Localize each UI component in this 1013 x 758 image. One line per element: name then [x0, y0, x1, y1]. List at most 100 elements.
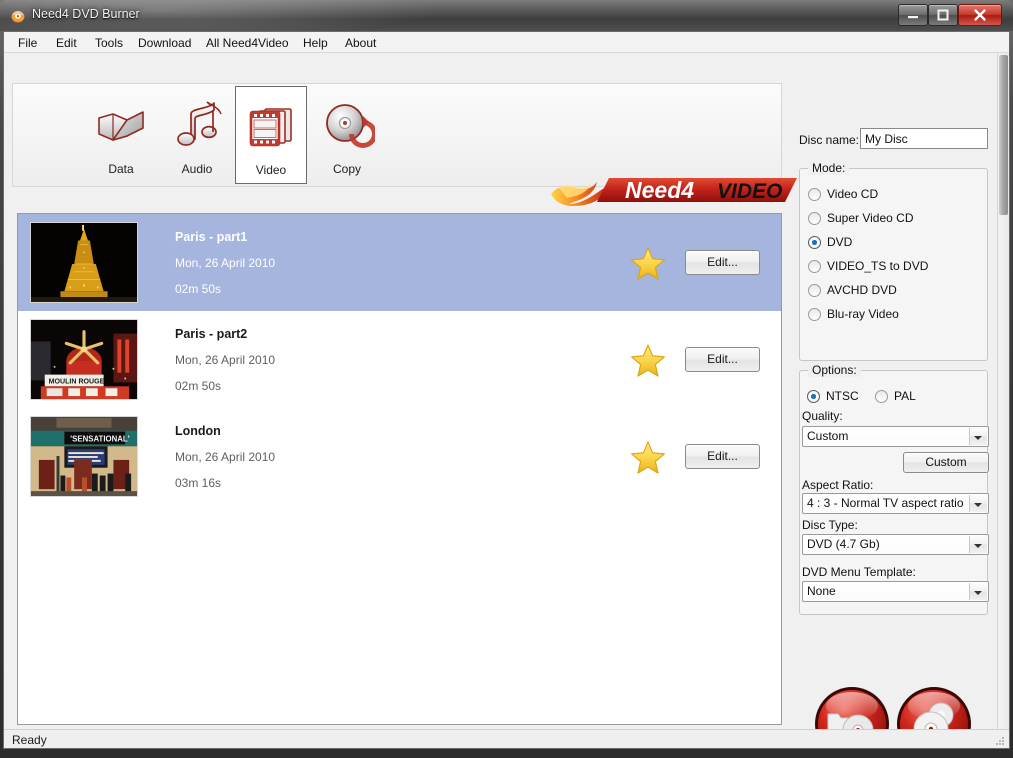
chevron-down-icon[interactable]	[969, 428, 987, 445]
menu-all-need4video[interactable]: All Need4Video	[201, 35, 294, 51]
title-bar[interactable]: Need4 DVD Burner	[0, 0, 1013, 31]
scrollbar[interactable]	[997, 53, 1009, 729]
radio-indicator	[808, 188, 821, 201]
menu-tools[interactable]: Tools	[90, 35, 128, 51]
menu-file[interactable]: File	[13, 35, 42, 51]
file-title: London	[175, 424, 221, 438]
radio-label: PAL	[894, 389, 916, 403]
tab-data-label: Data	[108, 162, 134, 176]
disc-copy-icon	[319, 98, 377, 154]
need4video-logo: Need4 VIDEO	[549, 170, 799, 210]
mode-group-title: Mode:	[808, 161, 850, 175]
disc-type-label: Disc Type:	[802, 518, 858, 532]
dvd-menu-template-label: DVD Menu Template:	[802, 565, 916, 579]
disc-type-select[interactable]: DVD (4.7 Gb)	[802, 534, 989, 555]
svg-text:Need4: Need4	[625, 177, 694, 203]
radio-indicator	[875, 390, 888, 403]
table-row[interactable]: Paris - part1 Mon, 26 April 2010 02m 50s…	[18, 214, 781, 311]
menu-about[interactable]: About	[340, 35, 381, 51]
radio-indicator	[808, 260, 821, 273]
application-window: Need4 DVD Burner File Edit Tools Downloa…	[0, 0, 1013, 758]
star-icon[interactable]	[630, 246, 666, 281]
status-text: Ready	[12, 733, 47, 747]
file-duration: 02m 50s	[175, 379, 222, 393]
video-file-list[interactable]: Paris - part1 Mon, 26 April 2010 02m 50s…	[17, 213, 782, 725]
menu-edit[interactable]: Edit	[51, 35, 82, 51]
aspect-ratio-select[interactable]: 4 : 3 - Normal TV aspect ratio	[802, 493, 989, 514]
scrollbar-thumb[interactable]	[999, 55, 1008, 215]
file-date: Mon, 26 April 2010	[175, 450, 276, 464]
table-row[interactable]: 'SENSATIONAL' London Mon, 26 April 2010 …	[18, 408, 781, 505]
radio-label: Super Video CD	[827, 211, 914, 225]
svg-text:VIDEO: VIDEO	[717, 180, 782, 203]
chevron-down-icon[interactable]	[969, 583, 987, 600]
moulin-rouge-night-thumbnail: MOULIN ROUGE	[30, 319, 138, 400]
radio-label: Blu-ray Video	[827, 307, 899, 321]
folder-icon	[93, 98, 149, 154]
disc-name-input[interactable]	[860, 128, 988, 149]
menu-bar: File Edit Tools Download All Need4Video …	[4, 32, 1009, 53]
aspect-ratio-label: Aspect Ratio:	[802, 478, 874, 492]
london-theatre-thumbnail: 'SENSATIONAL'	[30, 416, 138, 497]
settings-panel: Disc name: Mode: Video CD Super Video CD	[794, 74, 999, 748]
resize-grip[interactable]	[994, 734, 1006, 746]
radio-indicator	[808, 308, 821, 321]
file-duration: 03m 16s	[175, 476, 222, 490]
radio-indicator	[808, 212, 821, 225]
file-title: Paris - part1	[175, 230, 248, 244]
chevron-down-icon[interactable]	[969, 495, 987, 512]
radio-label: Video CD	[827, 187, 879, 201]
options-group-title: Options:	[808, 363, 861, 377]
content-area: Data Audio Video Copy Need4 VIDEO Paris …	[4, 53, 1009, 748]
table-row[interactable]: MOULIN ROUGE Paris - part2 Mon, 26 April…	[18, 311, 781, 408]
music-note-icon	[169, 98, 225, 154]
radio-indicator	[808, 236, 821, 249]
quality-select[interactable]: Custom	[802, 426, 989, 447]
custom-quality-button[interactable]: Custom	[903, 452, 989, 473]
svg-text:'SENSATIONAL': 'SENSATIONAL'	[70, 434, 129, 443]
window-title: Need4 DVD Burner	[32, 7, 140, 21]
radio-label: AVCHD DVD	[827, 283, 897, 297]
status-bar: Ready	[4, 729, 1009, 748]
maximize-icon[interactable]	[928, 4, 958, 26]
file-date: Mon, 26 April 2010	[175, 353, 276, 367]
tab-copy-label: Copy	[332, 162, 361, 176]
edit-button[interactable]: Edit...	[685, 444, 760, 469]
radio-label: DVD	[827, 235, 853, 249]
tab-video-label: Video	[255, 163, 287, 177]
tab-copy[interactable]: Copy	[311, 86, 383, 184]
tab-audio[interactable]: Audio	[161, 86, 233, 184]
edit-button[interactable]: Edit...	[685, 250, 760, 275]
radio-label: NTSC	[826, 389, 859, 403]
minimize-icon[interactable]	[898, 4, 928, 26]
disc-name-label: Disc name:	[799, 133, 860, 147]
tab-audio-label: Audio	[181, 162, 213, 176]
quality-value: Custom	[807, 429, 849, 443]
dvd-menu-template-value: None	[807, 584, 836, 598]
tab-data[interactable]: Data	[85, 86, 157, 184]
radio-indicator	[808, 284, 821, 297]
chevron-down-icon[interactable]	[969, 536, 987, 553]
tab-video[interactable]: Video	[235, 86, 307, 184]
menu-download[interactable]: Download	[133, 35, 196, 51]
menu-help[interactable]: Help	[298, 35, 333, 51]
file-date: Mon, 26 April 2010	[175, 256, 276, 270]
title-bar-glow	[0, 0, 1013, 31]
disc-type-value: DVD (4.7 Gb)	[807, 537, 880, 551]
client-area: File Edit Tools Download All Need4Video …	[3, 31, 1010, 749]
film-strip-icon	[243, 99, 299, 155]
dvd-menu-template-select[interactable]: None	[802, 581, 989, 602]
radio-label: VIDEO_TS to DVD	[827, 259, 929, 273]
mode-group: Mode: Video CD Super Video CD DVD VIDEO_…	[799, 161, 988, 361]
mode-toolbar: Data Audio Video Copy Need4 VIDEO	[12, 83, 797, 206]
radio-indicator	[807, 390, 820, 403]
star-icon[interactable]	[630, 343, 666, 378]
svg-text:MOULIN ROUGE: MOULIN ROUGE	[49, 378, 105, 385]
close-icon[interactable]	[958, 4, 1002, 26]
file-duration: 02m 50s	[175, 282, 222, 296]
app-disc-icon	[10, 8, 26, 24]
file-title: Paris - part2	[175, 327, 248, 341]
eiffel-tower-night-thumbnail	[30, 222, 138, 303]
star-icon[interactable]	[630, 440, 666, 475]
edit-button[interactable]: Edit...	[685, 347, 760, 372]
